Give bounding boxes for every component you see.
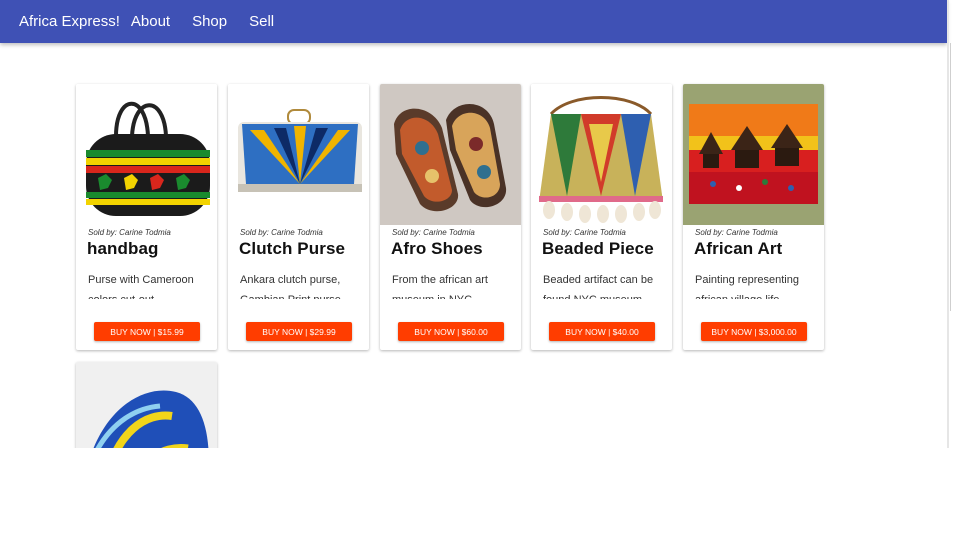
buy-now-button[interactable]: BUY NOW | $40.00	[549, 322, 655, 341]
product-image-handbag[interactable]	[76, 84, 217, 225]
product-card: Sold by: Carine Todmia Clutch Purse Anka…	[228, 84, 369, 350]
app-bar: Africa Express! About Shop Sell	[0, 0, 947, 43]
nav-link-sell[interactable]: Sell	[249, 13, 274, 30]
nav-link-shop[interactable]: Shop	[192, 13, 227, 30]
scrollbar-edge	[950, 43, 951, 311]
product-card: Sold by: Carine Todmia African Art Paint…	[683, 84, 824, 350]
product-card	[76, 362, 217, 448]
product-card: Sold by: Carine Todmia Afro Shoes From t…	[380, 84, 521, 350]
seller-label: Sold by: Carine Todmia	[543, 228, 626, 237]
product-card: Sold by: Carine Todmia Beaded Piece Bead…	[531, 84, 672, 350]
scrollbar-track[interactable]	[947, 0, 949, 448]
product-title: African Art	[694, 239, 783, 258]
seller-label: Sold by: Carine Todmia	[88, 228, 171, 237]
product-title: Beaded Piece	[542, 239, 654, 258]
product-image-clutch-purse[interactable]	[228, 84, 369, 225]
seller-label: Sold by: Carine Todmia	[695, 228, 778, 237]
brand-link[interactable]: Africa Express!	[19, 13, 120, 30]
product-title: Afro Shoes	[391, 239, 483, 258]
product-grid: Sold by: Carine Todmia handbag Purse wit…	[0, 43, 947, 448]
buy-now-button[interactable]: BUY NOW | $60.00	[398, 322, 504, 341]
product-description: Painting representing african village li…	[695, 274, 799, 299]
buy-now-button[interactable]: BUY NOW | $29.99	[246, 322, 352, 341]
product-description: Beaded artifact can be found NYC museum	[543, 274, 654, 299]
nav-link-about[interactable]: About	[131, 13, 170, 30]
product-description: Ankara clutch purse, Gambian Print purse	[240, 274, 341, 299]
product-title: handbag	[87, 239, 159, 258]
product-description: From the african art museum in NYC	[392, 274, 488, 299]
product-image-african-art[interactable]	[683, 84, 824, 225]
product-card: Sold by: Carine Todmia handbag Purse wit…	[76, 84, 217, 350]
product-image-beaded-piece[interactable]	[531, 84, 672, 225]
product-image-afro-shoes[interactable]	[380, 84, 521, 225]
seller-label: Sold by: Carine Todmia	[392, 228, 475, 237]
product-image-partial[interactable]	[76, 362, 217, 448]
buy-now-button[interactable]: BUY NOW | $15.99	[94, 322, 200, 341]
product-title: Clutch Purse	[239, 239, 346, 258]
seller-label: Sold by: Carine Todmia	[240, 228, 323, 237]
buy-now-button[interactable]: BUY NOW | $3,000.00	[701, 322, 807, 341]
product-description: Purse with Cameroon colors cut-out	[88, 274, 194, 299]
